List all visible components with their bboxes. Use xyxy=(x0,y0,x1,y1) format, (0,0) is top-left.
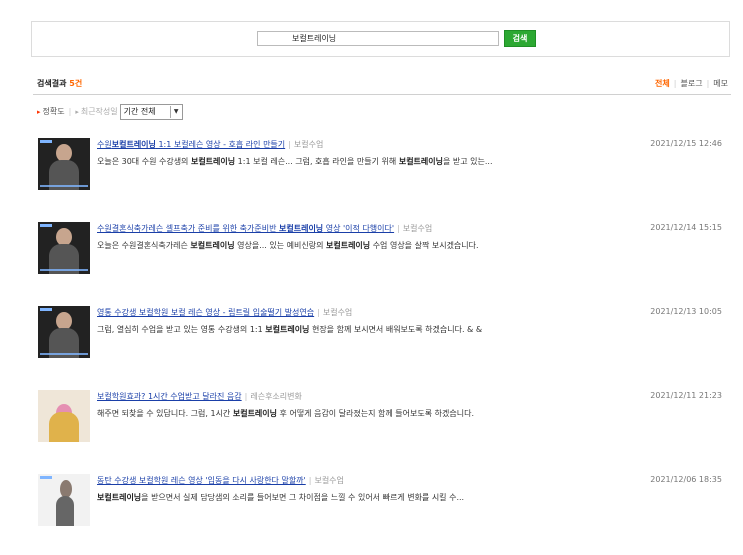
result-description: 보컬트레이닝을 받으면서 실제 담당샘의 소리를 들어보면 그 차이점을 느낄 … xyxy=(97,493,465,502)
result-date: 2021/12/06 18:35 xyxy=(650,475,722,484)
results-header: 검색결과 5건 xyxy=(37,78,82,89)
result-date: 2021/12/11 21:23 xyxy=(650,391,722,400)
result-title-line: 수원보컬트레이닝 1:1 보컬레슨 영상 - 호흡 라인 만들기 | 보컬수업 xyxy=(97,139,323,150)
results-label: 검색결과 xyxy=(37,79,67,88)
result-description: 오늘은 수원결혼식축가레슨 보컬트레이닝 영상을... 있는 예비신랑의 보컬트… xyxy=(97,241,479,250)
video-thumbnail-icon[interactable] xyxy=(38,138,90,190)
result-category[interactable]: 레슨후소리변화 xyxy=(250,392,302,401)
result-title-line: 동탄 수강생 보컬학원 레슨 영상 '입동을 다시 사랑한다 말할까' | 보컬수업 xyxy=(97,475,344,486)
divider: | xyxy=(317,308,320,317)
period-select[interactable]: 기간 전체 ▼ xyxy=(119,103,183,120)
period-select-value: 기간 전체 xyxy=(123,107,156,116)
result-date: 2021/12/14 15:15 xyxy=(650,223,722,232)
filter-tabs: 전체 | 블로그 | 메모 xyxy=(655,78,728,89)
result-category[interactable]: 보컬수업 xyxy=(323,308,352,317)
chevron-down-icon[interactable]: ▼ xyxy=(169,105,182,118)
result-title-link[interactable]: 수원보컬트레이닝 1:1 보컬레슨 영상 - 호흡 라인 만들기 xyxy=(97,140,285,149)
result-title-link[interactable]: 동탄 수강생 보컬학원 레슨 영상 '입동을 다시 사랑한다 말할까' xyxy=(97,476,306,485)
result-description: 오늘은 30대 수원 수강생의 보컬트레이닝 1:1 보컬 레슨... 그럼, … xyxy=(97,157,493,166)
result-item: 수원결혼식축가레슨 셀프축가 준비를 위한 축가준비반 보컬트레이닝 영상 '이… xyxy=(38,222,728,274)
tab-all[interactable]: 전체 xyxy=(655,79,670,88)
divider: | xyxy=(244,392,248,401)
result-item: 보컬학원효과? 1시간 수업받고 달라진 음감 | 레슨후소리변화 해주면 되찾을 … xyxy=(38,390,728,442)
tab-divider: | xyxy=(673,79,677,88)
video-thumbnail-icon[interactable] xyxy=(38,222,90,274)
results-count: 5건 xyxy=(69,79,83,88)
tab-blog[interactable]: 블로그 xyxy=(680,79,702,88)
result-date: 2021/12/13 10:05 xyxy=(650,307,722,316)
result-item: 수원보컬트레이닝 1:1 보컬레슨 영상 - 호흡 라인 만들기 | 보컬수업 오늘… xyxy=(38,138,728,190)
bullet-icon: ▸ xyxy=(75,107,79,116)
divider: | xyxy=(308,476,312,485)
result-item: 동탄 수강생 보컬학원 레슨 영상 '입동을 다시 사랑한다 말할까' | 보컬수업… xyxy=(38,474,728,526)
sort-divider: | xyxy=(68,107,72,116)
result-category[interactable]: 보컬수업 xyxy=(294,140,323,149)
image-thumbnail-icon[interactable] xyxy=(38,390,90,442)
result-description: 해주면 되찾을 수 있답니다. 그럼, 1시간 보컬트레이닝 후 어떻게 음감이… xyxy=(97,409,474,418)
tab-divider: | xyxy=(706,79,710,88)
sort-accuracy[interactable]: 정확도 xyxy=(43,106,65,117)
result-title-link[interactable]: 수원결혼식축가레슨 셀프축가 준비를 위한 축가준비반 보컬트레이닝 영상 '이… xyxy=(97,224,394,233)
search-input[interactable] xyxy=(257,31,499,46)
result-category[interactable]: 보컬수업 xyxy=(403,224,432,233)
sort-row: ▸ 정확도 | ▸ 최근작성일 기간 전체 ▼ xyxy=(37,103,183,120)
search-box: 검색 xyxy=(31,21,730,57)
result-title-link[interactable]: 영통 수강생 보컬학원 보컬 레슨 영상 - 립트릴 입술떨기 발성연습 xyxy=(97,308,314,317)
bullet-icon: ▸ xyxy=(37,107,41,116)
result-date: 2021/12/15 12:46 xyxy=(650,139,722,148)
result-category[interactable]: 보컬수업 xyxy=(314,476,343,485)
video-thumbnail-icon[interactable] xyxy=(38,474,90,526)
divider: | xyxy=(288,140,291,149)
result-title-link[interactable]: 보컬학원효과? 1시간 수업받고 달라진 음감 xyxy=(97,392,242,401)
sort-recent[interactable]: 최근작성일 xyxy=(81,106,118,117)
divider: | xyxy=(397,224,400,233)
result-item: 영통 수강생 보컬학원 보컬 레슨 영상 - 립트릴 입술떨기 발성연습 | 보컬수… xyxy=(38,306,728,358)
search-button[interactable]: 검색 xyxy=(504,30,536,47)
result-title-line: 수원결혼식축가레슨 셀프축가 준비를 위한 축가준비반 보컬트레이닝 영상 '이… xyxy=(97,223,432,234)
result-title-line: 영통 수강생 보컬학원 보컬 레슨 영상 - 립트릴 입술떨기 발성연습 | 보컬수… xyxy=(97,307,352,318)
tab-memo[interactable]: 메모 xyxy=(713,79,728,88)
result-title-line: 보컬학원효과? 1시간 수업받고 달라진 음감 | 레슨후소리변화 xyxy=(97,391,302,402)
video-thumbnail-icon[interactable] xyxy=(38,306,90,358)
header-divider xyxy=(33,94,731,95)
result-description: 그럼, 열심히 수업을 받고 있는 영통 수강생의 1:1 보컬트레이닝 현장을… xyxy=(97,325,483,334)
